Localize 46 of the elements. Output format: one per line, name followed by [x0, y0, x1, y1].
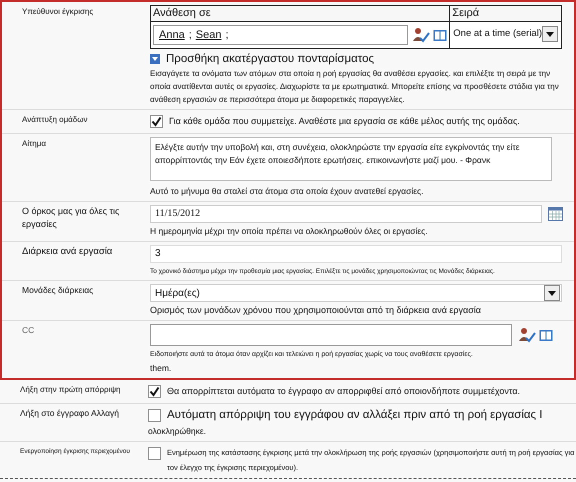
field-label: CC — [22, 324, 36, 337]
address-book-icon[interactable] — [539, 328, 553, 342]
separator-text: ; — [188, 28, 192, 43]
person-name[interactable]: Anna — [159, 26, 185, 44]
address-book-icon[interactable] — [433, 28, 448, 42]
column-header: Ανάθεση σε — [151, 6, 450, 22]
duration-field[interactable]: 3 — [150, 245, 562, 263]
caret-icon — [548, 290, 556, 296]
help-text: Εισαγάγετε τα ονόματα των ατόμων στα οποία η ροή εργασίας θα αναθέσει εργασίες. και επιλέξτε τη σειρά με την οποία ανατίθενται αυτές οι εργασίες. Διαχωρίστε τα με ερωτηματικά. Μπορείτε επίσης να προσθέσετε στάδια για την ανάθεση εργασιών σε περισσότερα άτομα με διαφορετικές παραγγελίες. — [150, 68, 560, 106]
check-names-icon[interactable] — [412, 27, 430, 43]
field-label: Ανάπτυξη ομάδων — [22, 114, 89, 126]
help-text: Η ημερομηνία μέχρι την οποία πρέπει να ολοκληρωθούν όλες οι εργασίες. — [150, 225, 429, 238]
checkbox[interactable] — [148, 409, 161, 422]
help-text: Ορισμός των μονάδων χρόνου που χρησιμοποιούνται από τη διάρκεια ανά εργασία — [150, 304, 482, 317]
field-label: Ο όρκος μας για όλες τις εργασίες — [22, 205, 120, 231]
checkbox-label: ολοκληρώθηκε. — [148, 425, 207, 438]
request-field[interactable]: Ελέγξτε αυτήν την υποβολή και, στη συνέχεια, ολοκληρώστε την εργασία είτε εγκρίνοντάς την είτε απορρίπτοντάς την Εάν έχετε οποιεσδήποτε ερωτήσεις. επικοινωνήστε μαζί μου. - Φρανκ — [150, 137, 552, 181]
calendar-icon[interactable] — [548, 207, 563, 221]
help-text: them. — [150, 362, 172, 375]
checkbox-label: Αυτόματη απόρριψη του εγγράφου αν αλλάξει πριν από τη ροή εργασίας Ι — [167, 408, 542, 423]
field-label: Αίτημα — [22, 138, 47, 150]
add-stage-link[interactable]: Προσθήκη ακατέργαστου πονταρίσματος — [166, 52, 374, 66]
field-label: Λήξη στην πρώτη απόρριψη — [20, 384, 122, 396]
assign-to-field[interactable]: Anna ; Sean ; — [153, 25, 408, 45]
checkbox[interactable] — [148, 447, 161, 460]
field-label: Λήξη στο έγγραφο Αλλαγή — [20, 407, 120, 420]
checkbox[interactable] — [148, 385, 161, 398]
separator-text: ; — [225, 28, 229, 43]
dropdown-button[interactable] — [542, 26, 558, 42]
dropdown-button[interactable] — [544, 285, 560, 301]
field-label: Υπεύθυνοι έγκρισης — [22, 6, 94, 18]
expand-icon[interactable] — [150, 54, 160, 64]
checkbox[interactable] — [150, 115, 163, 128]
field-label: Μονάδες διάρκειας — [22, 284, 94, 297]
checkbox-label: Θα απορρίπτεται αυτόματα το έγγραφο αν απορριφθεί από οποιονδήποτε συμμετέχοντα. — [167, 385, 520, 398]
check-names-icon[interactable] — [518, 327, 536, 343]
column-header: Σειρά — [450, 6, 561, 22]
caret-icon — [546, 32, 554, 36]
help-text: Αυτό το μήνυμα θα σταλεί στα άτομα στα οποία έχουν ανατεθεί εργασίες. — [150, 185, 424, 198]
field-label: Διάρκεια ανά εργασία — [22, 245, 114, 258]
person-name[interactable]: Sean — [196, 26, 222, 44]
date-field[interactable]: 11/15/2012 — [150, 205, 542, 223]
checkbox-label: Για κάθε ομάδα που συμμετείχε. Αναθέστε μια εργασία σε κάθε μέλος αυτής της ομάδας. — [169, 115, 520, 128]
units-dropdown[interactable]: Ημέρα(ες) — [150, 284, 562, 302]
cc-field[interactable] — [150, 324, 512, 346]
order-dropdown[interactable]: One at a time (serial) — [453, 26, 558, 42]
